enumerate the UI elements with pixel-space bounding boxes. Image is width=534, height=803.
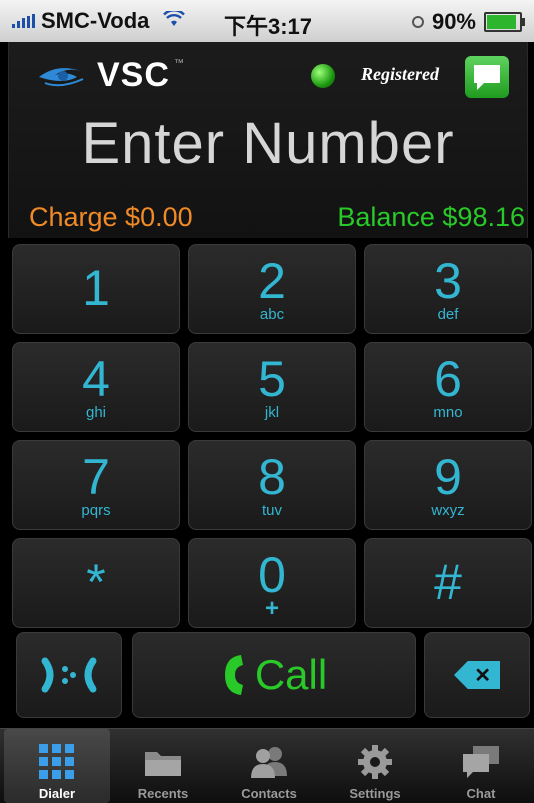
key-digit: 1: [82, 260, 110, 316]
logo-text: VSC: [97, 56, 170, 94]
status-left: SMC-Voda: [12, 8, 186, 34]
people-icon: [251, 747, 287, 778]
key-digit: 7: [82, 449, 110, 505]
call-label: Call: [254, 651, 328, 698]
transfer-icon: [41, 657, 97, 693]
status-time: 下午3:17: [224, 14, 313, 39]
key-digit: 0: [258, 547, 286, 603]
wifi-icon: [163, 8, 186, 33]
balance-label: Balance $98.16: [337, 202, 525, 232]
dialer-header: VSC ™ Registered Enter Number Charge $0.…: [8, 42, 528, 238]
key-digit: 2: [258, 253, 286, 309]
key-4[interactable]: 4 ghi: [12, 342, 180, 432]
tab-settings[interactable]: Settings: [322, 729, 428, 803]
eye-logo-icon: [39, 67, 84, 86]
key-letters: tuv: [261, 502, 282, 519]
tab-bar: Dialer Recents Contacts Settings Chat: [0, 728, 534, 803]
key-letters: pqrs: [81, 502, 111, 519]
status-right: 90%: [411, 9, 525, 35]
key-digit: 9: [434, 449, 462, 505]
tab-label: Contacts: [241, 786, 297, 801]
key-3[interactable]: 3 def: [364, 244, 532, 334]
call-button[interactable]: Call: [132, 632, 416, 718]
key-letters: def: [437, 306, 459, 323]
vsc-logo: VSC ™: [37, 56, 184, 95]
tab-label: Recents: [137, 786, 189, 801]
key-digit: 5: [258, 351, 286, 407]
key-letters: ghi: [85, 404, 107, 421]
key-letters: +: [264, 595, 279, 622]
key-8[interactable]: 8 tuv: [188, 440, 356, 530]
charge-label: Charge $0.00: [29, 202, 193, 232]
key-letters: jkl: [264, 404, 280, 421]
registration-status: Registered: [361, 64, 439, 84]
key-letters: abc: [259, 306, 285, 323]
key-digit: 8: [258, 449, 286, 505]
registration-status-led-icon: [311, 64, 335, 88]
rotation-lock-icon: [411, 16, 424, 28]
key-digit: 3: [434, 253, 462, 309]
status-bar: SMC-Voda 下午3:17 90%: [0, 0, 534, 42]
delete-button[interactable]: ✕: [424, 632, 530, 718]
key-digit: 6: [434, 351, 462, 407]
key-6[interactable]: 6 mno: [364, 342, 532, 432]
gear-icon: [358, 745, 392, 779]
backspace-icon: ✕: [454, 661, 500, 689]
tab-label: Settings: [349, 786, 401, 801]
tab-label: Dialer: [38, 786, 76, 801]
tab-label: Chat: [466, 786, 496, 801]
key-hash[interactable]: #: [364, 538, 532, 628]
key-9[interactable]: 9 wxyz: [364, 440, 532, 530]
battery-icon: [484, 12, 525, 32]
transfer-button[interactable]: [16, 632, 122, 718]
key-7[interactable]: 7 pqrs: [12, 440, 180, 530]
battery-percent: 90%: [431, 9, 476, 34]
number-display: Enter Number: [81, 111, 455, 176]
keypad-grid-icon: [39, 744, 74, 779]
key-letters: mno: [433, 404, 463, 421]
key-digit: #: [434, 554, 462, 610]
tab-recents[interactable]: Recents: [110, 729, 216, 803]
key-1[interactable]: 1: [12, 244, 180, 334]
tab-contacts[interactable]: Contacts: [216, 729, 322, 803]
chat-bubble-icon[interactable]: [465, 56, 509, 98]
key-5[interactable]: 5 jkl: [188, 342, 356, 432]
signal-strength-icon: [12, 14, 35, 28]
battery-fill: [487, 15, 516, 29]
folder-icon: [145, 752, 181, 776]
key-digit: *: [86, 554, 106, 610]
key-0[interactable]: 0 +: [188, 538, 356, 628]
tab-dialer[interactable]: Dialer: [4, 729, 110, 803]
phone-handset-icon: [224, 655, 243, 695]
trademark-mark: ™: [173, 58, 184, 69]
key-letters: wxyz: [431, 502, 465, 519]
tab-chat[interactable]: Chat: [428, 729, 534, 803]
carrier-name: SMC-Voda: [41, 8, 150, 33]
key-2[interactable]: 2 abc: [188, 244, 356, 334]
key-digit: 4: [82, 351, 110, 407]
chat-bubbles-icon: [463, 746, 499, 778]
key-star[interactable]: *: [12, 538, 180, 628]
